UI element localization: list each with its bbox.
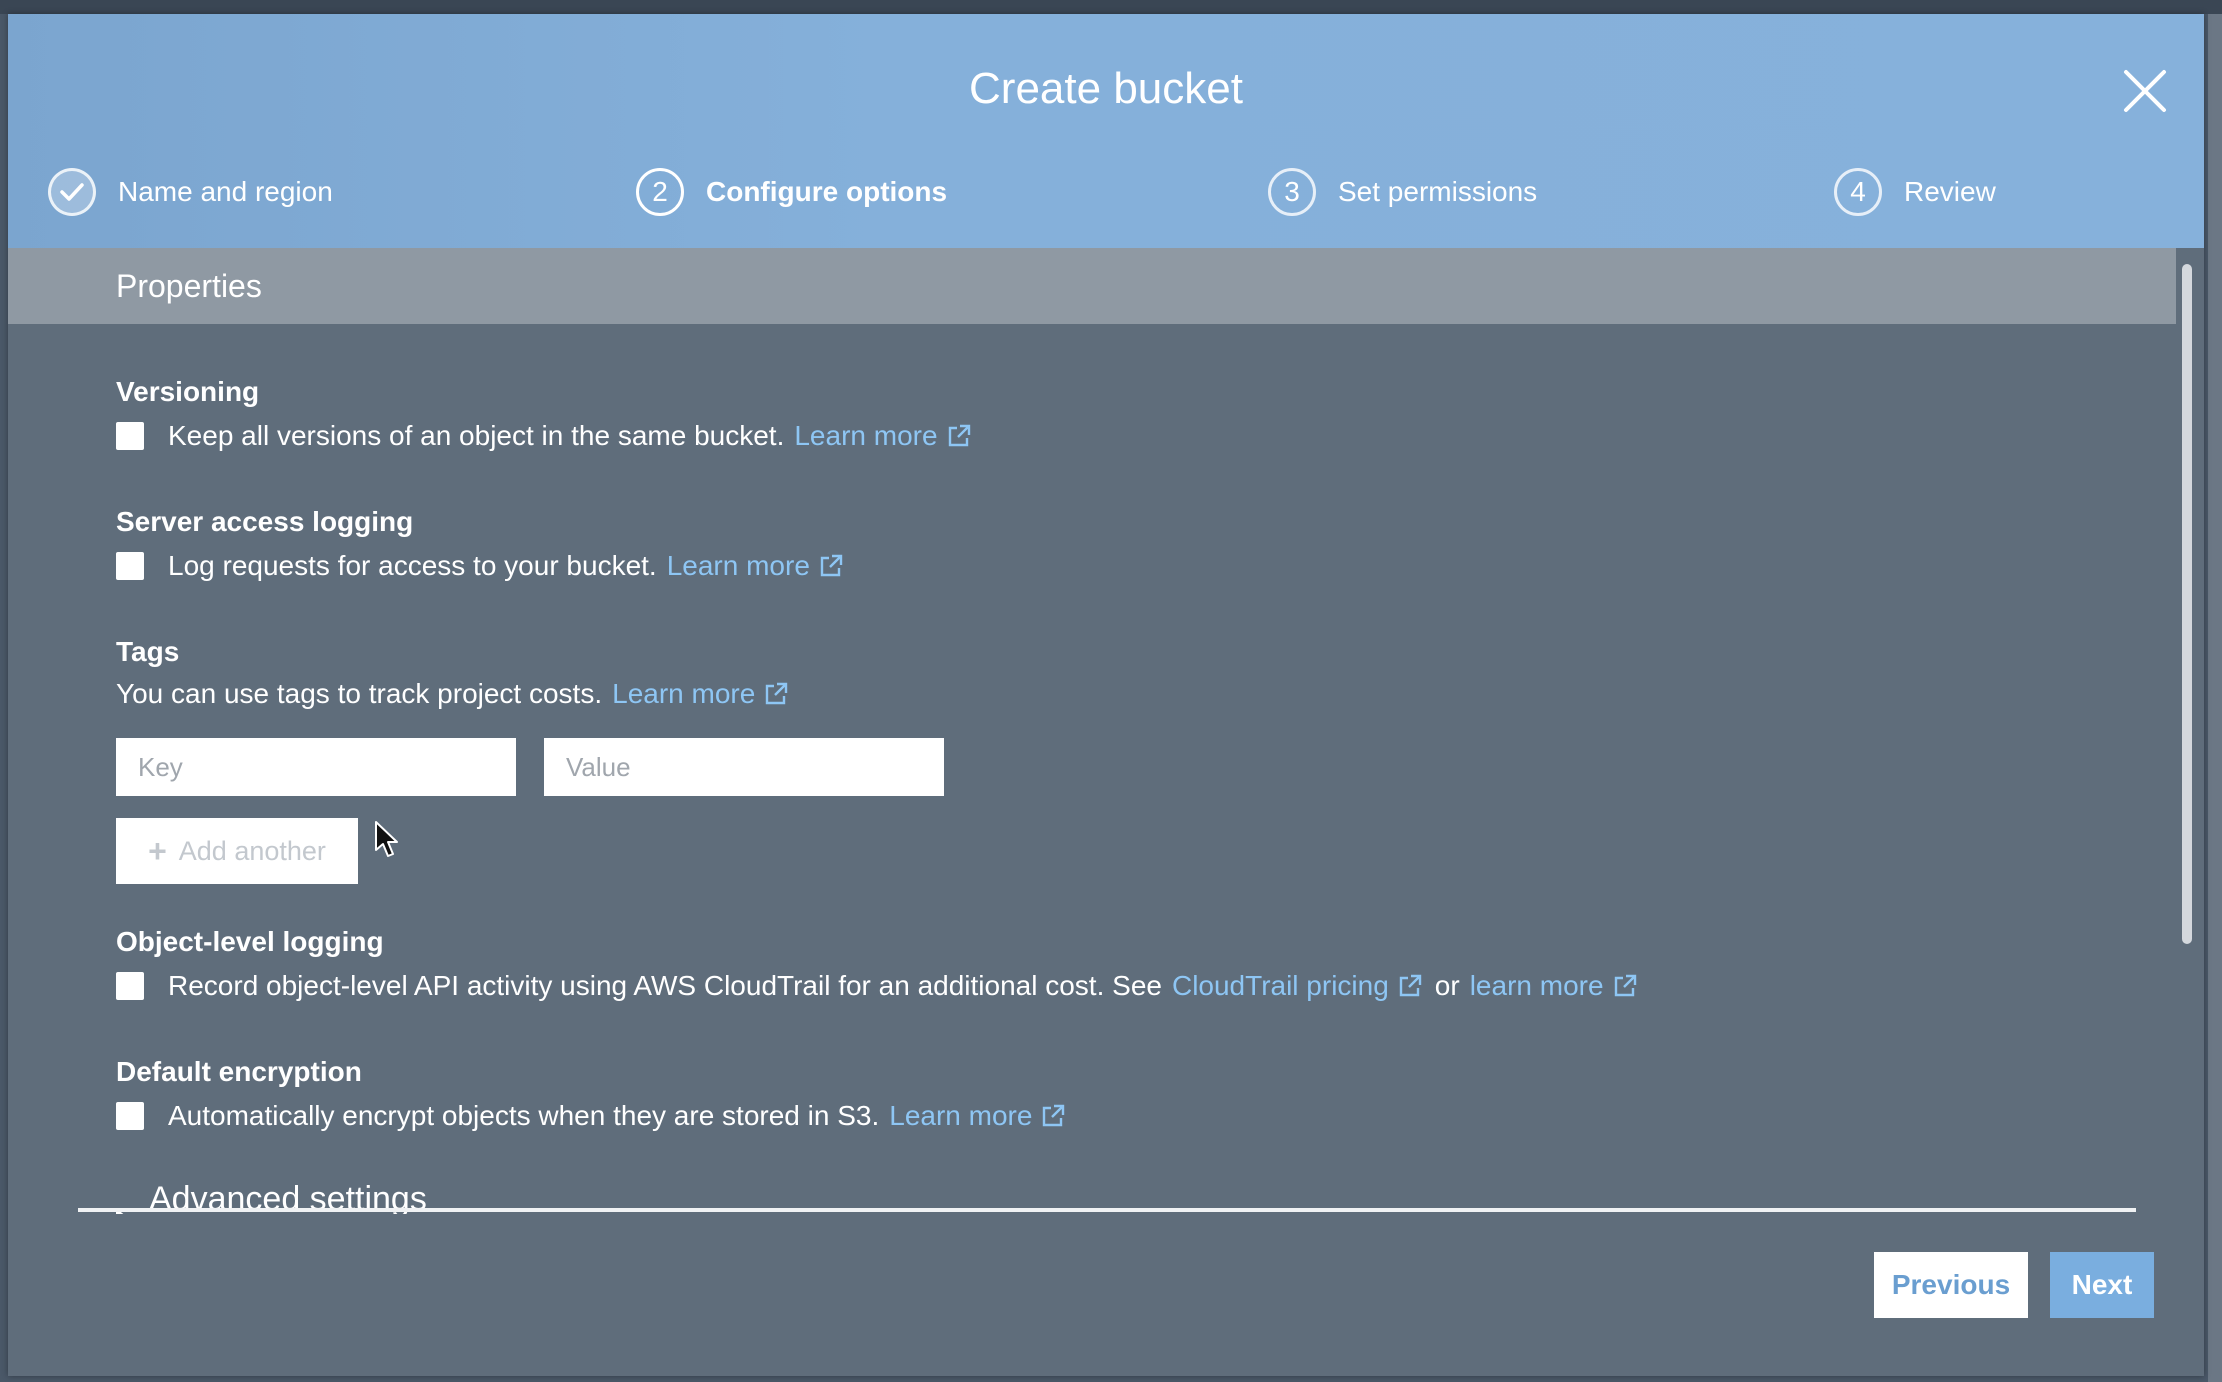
step-number: 4	[1834, 168, 1882, 216]
server-access-logging-title: Server access logging	[116, 506, 414, 537]
background-top-strip	[0, 0, 2222, 14]
mouse-pointer-icon	[374, 820, 400, 860]
dialog-title: Create bucket	[969, 64, 1243, 113]
server-access-logging-checkbox[interactable]	[116, 552, 144, 580]
step-label: Set permissions	[1338, 176, 1538, 207]
check-icon	[48, 168, 96, 216]
default-encryption-title: Default encryption	[116, 1056, 362, 1087]
properties-heading: Properties	[116, 268, 262, 304]
external-link-icon	[1040, 1103, 1066, 1129]
step-label: Review	[1904, 176, 1996, 207]
tag-key-input[interactable]	[116, 738, 516, 796]
versioning-row: Keep all versions of an object in the sa…	[116, 420, 972, 452]
default-encryption-learn-more-link[interactable]: Learn more	[889, 1100, 1032, 1132]
versioning-checkbox[interactable]	[116, 422, 144, 450]
tags-learn-more-link[interactable]: Learn more	[612, 678, 755, 710]
scrollbar[interactable]	[2178, 254, 2196, 954]
step-number: 2	[636, 168, 684, 216]
step-label: Name and region	[118, 176, 333, 207]
object-level-logging-text: Record object-level API activity using A…	[168, 970, 1162, 1001]
external-link-icon	[946, 423, 972, 449]
create-bucket-dialog: Create bucket Name and region 2 Configur…	[8, 14, 2204, 1376]
dialog-header: Create bucket Name and region 2 Configur…	[8, 14, 2204, 248]
step-configure-options[interactable]: 2 Configure options	[636, 164, 947, 220]
default-encryption-row: Automatically encrypt objects when they …	[116, 1100, 1066, 1132]
next-button[interactable]: Next	[2050, 1252, 2154, 1318]
object-level-logging-row: Record object-level API activity using A…	[116, 970, 1638, 1002]
step-label: Configure options	[706, 176, 948, 207]
versioning-title: Versioning	[116, 376, 260, 407]
step-number: 3	[1268, 168, 1316, 216]
step-name-and-region[interactable]: Name and region	[48, 164, 333, 220]
plus-icon: +	[148, 832, 167, 869]
content-divider	[78, 1208, 2136, 1212]
object-level-logging-checkbox[interactable]	[116, 972, 144, 1000]
or-text: or	[1434, 970, 1460, 1001]
previous-button[interactable]: Previous	[1874, 1252, 2028, 1318]
add-another-button[interactable]: + Add another	[116, 818, 358, 884]
versioning-learn-more-link[interactable]: Learn more	[794, 420, 937, 452]
external-link-icon	[818, 553, 844, 579]
properties-bar: Properties	[8, 248, 2176, 324]
tag-value-input[interactable]	[544, 738, 944, 796]
server-access-logging-row: Log requests for access to your bucket. …	[116, 550, 844, 582]
default-encryption-checkbox[interactable]	[116, 1102, 144, 1130]
background-edge	[2208, 14, 2222, 1382]
tags-description-row: You can use tags to track project costs.…	[116, 678, 789, 710]
external-link-icon	[763, 681, 789, 707]
cloudtrail-pricing-link[interactable]: CloudTrail pricing	[1172, 970, 1389, 1002]
default-encryption-text: Automatically encrypt objects when they …	[168, 1100, 880, 1131]
server-access-logging-text: Log requests for access to your bucket.	[168, 550, 657, 581]
step-set-permissions[interactable]: 3 Set permissions	[1268, 164, 1537, 220]
external-link-icon	[1397, 973, 1423, 999]
external-link-icon	[1612, 973, 1638, 999]
object-level-logging-title: Object-level logging	[116, 926, 384, 957]
close-icon[interactable]	[2120, 66, 2170, 116]
tags-title: Tags	[116, 636, 180, 667]
tags-text: You can use tags to track project costs.	[116, 678, 603, 709]
step-review[interactable]: 4 Review	[1834, 164, 1996, 220]
server-access-logging-learn-more-link[interactable]: Learn more	[667, 550, 810, 582]
versioning-text: Keep all versions of an object in the sa…	[168, 420, 785, 451]
scrollbar-thumb[interactable]	[2182, 264, 2192, 944]
object-level-learn-more-link[interactable]: learn more	[1470, 970, 1604, 1002]
add-another-label: Add another	[178, 835, 326, 866]
